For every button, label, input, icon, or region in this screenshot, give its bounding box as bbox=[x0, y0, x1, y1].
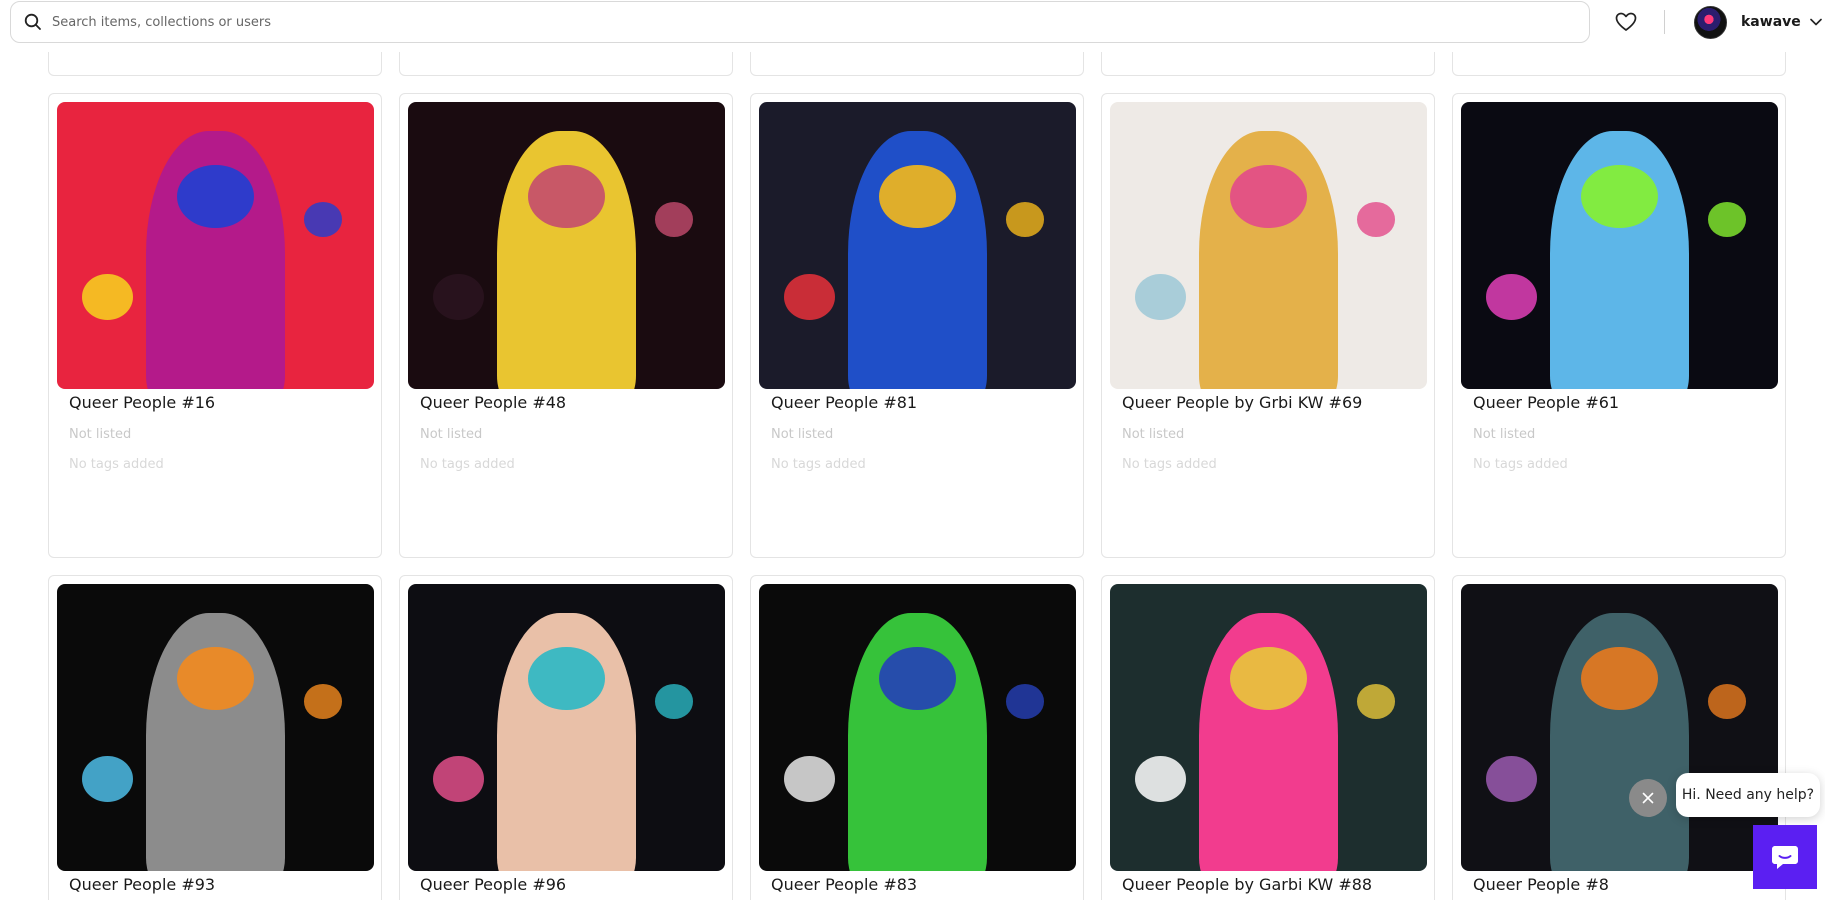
item-title[interactable]: Queer People #48 bbox=[420, 393, 566, 412]
artwork-shape bbox=[1708, 202, 1747, 237]
artwork-shape bbox=[1581, 647, 1658, 711]
item-title[interactable]: Queer People by Garbi KW #88 bbox=[1122, 875, 1372, 894]
search-input[interactable] bbox=[52, 14, 1452, 30]
artwork-shape bbox=[1006, 202, 1045, 237]
item-title[interactable]: Queer People #81 bbox=[771, 393, 917, 412]
avatar[interactable] bbox=[1694, 5, 1727, 39]
item-card[interactable]: Queer People #81 Not listed No tags adde… bbox=[750, 93, 1084, 558]
item-card[interactable]: Queer People #96 bbox=[399, 575, 733, 900]
chat-icon bbox=[1772, 846, 1798, 869]
item-title[interactable]: Queer People #8 bbox=[1473, 875, 1609, 894]
artwork-shape bbox=[82, 274, 134, 321]
artwork-shape bbox=[655, 684, 694, 719]
item-status: Not listed bbox=[69, 427, 132, 442]
search-icon bbox=[24, 13, 41, 30]
artwork-shape bbox=[1006, 684, 1045, 719]
artwork-shape bbox=[1357, 684, 1396, 719]
artwork-shape bbox=[879, 647, 956, 711]
artwork-shape bbox=[528, 647, 605, 711]
item-status: Not listed bbox=[1122, 427, 1185, 442]
chat-launcher-button[interactable] bbox=[1753, 825, 1817, 889]
item-image[interactable] bbox=[408, 102, 725, 389]
divider bbox=[1664, 10, 1665, 34]
artwork-shape bbox=[1230, 165, 1307, 229]
chat-close-button[interactable] bbox=[1629, 779, 1667, 817]
artwork-shape bbox=[433, 756, 485, 803]
item-image[interactable] bbox=[759, 584, 1076, 871]
item-tags: No tags added bbox=[1473, 457, 1568, 472]
item-tags: No tags added bbox=[771, 457, 866, 472]
item-status: Not listed bbox=[1473, 427, 1536, 442]
item-card[interactable]: Queer People #61 Not listed No tags adde… bbox=[1452, 93, 1786, 558]
search-bar[interactable] bbox=[10, 1, 1590, 43]
artwork-shape bbox=[433, 274, 485, 321]
artwork-shape bbox=[1486, 756, 1538, 803]
top-bar: kawave bbox=[0, 0, 1825, 52]
artwork-shape bbox=[655, 202, 694, 237]
artwork-shape bbox=[879, 165, 956, 229]
item-image[interactable] bbox=[57, 102, 374, 389]
item-card[interactable]: Queer People #48 Not listed No tags adde… bbox=[399, 93, 733, 558]
item-card[interactable]: Queer People by Garbi KW #88 bbox=[1101, 575, 1435, 900]
artwork-shape bbox=[1708, 684, 1747, 719]
item-card[interactable]: Queer People #16 Not listed No tags adde… bbox=[48, 93, 382, 558]
artwork-shape bbox=[304, 684, 343, 719]
artwork-shape bbox=[304, 202, 343, 237]
item-status: Not listed bbox=[420, 427, 483, 442]
item-title[interactable]: Queer People by Grbi KW #69 bbox=[1122, 393, 1362, 412]
artwork-shape bbox=[82, 756, 134, 803]
item-image[interactable] bbox=[1110, 102, 1427, 389]
chevron-down-icon[interactable] bbox=[1809, 18, 1822, 26]
item-title[interactable]: Queer People #83 bbox=[771, 875, 917, 894]
item-image[interactable] bbox=[57, 584, 374, 871]
item-card[interactable]: Queer People #8 bbox=[1452, 575, 1786, 900]
favorites-heart-icon[interactable] bbox=[1613, 9, 1639, 35]
item-title[interactable]: Queer People #93 bbox=[69, 875, 215, 894]
item-grid: Queer People #16 Not listed No tags adde… bbox=[0, 0, 1825, 900]
artwork-shape bbox=[784, 756, 836, 803]
artwork-shape bbox=[1135, 274, 1187, 321]
item-image[interactable] bbox=[1461, 102, 1778, 389]
username: kawave bbox=[1741, 14, 1801, 30]
item-tags: No tags added bbox=[69, 457, 164, 472]
item-image[interactable] bbox=[1461, 584, 1778, 871]
artwork-shape bbox=[528, 165, 605, 229]
close-icon bbox=[1642, 792, 1654, 804]
item-title[interactable]: Queer People #16 bbox=[69, 393, 215, 412]
item-card[interactable]: Queer People #83 bbox=[750, 575, 1084, 900]
artwork-shape bbox=[1486, 274, 1538, 321]
item-title[interactable]: Queer People #96 bbox=[420, 875, 566, 894]
user-menu[interactable]: kawave bbox=[1694, 5, 1822, 39]
item-image[interactable] bbox=[408, 584, 725, 871]
item-image[interactable] bbox=[1110, 584, 1427, 871]
item-title[interactable]: Queer People #61 bbox=[1473, 393, 1619, 412]
item-card[interactable]: Queer People #93 bbox=[48, 575, 382, 900]
item-card[interactable]: Queer People by Grbi KW #69 Not listed N… bbox=[1101, 93, 1435, 558]
artwork-shape bbox=[784, 274, 836, 321]
artwork-shape bbox=[1230, 647, 1307, 711]
chat-greeting[interactable]: Hi. Need any help? bbox=[1676, 773, 1820, 817]
item-status: Not listed bbox=[771, 427, 834, 442]
artwork-shape bbox=[1135, 756, 1187, 803]
item-image[interactable] bbox=[759, 102, 1076, 389]
item-tags: No tags added bbox=[420, 457, 515, 472]
artwork-shape bbox=[177, 647, 254, 711]
artwork-shape bbox=[1581, 165, 1658, 229]
item-tags: No tags added bbox=[1122, 457, 1217, 472]
artwork-shape bbox=[1357, 202, 1396, 237]
artwork-shape bbox=[177, 165, 254, 229]
